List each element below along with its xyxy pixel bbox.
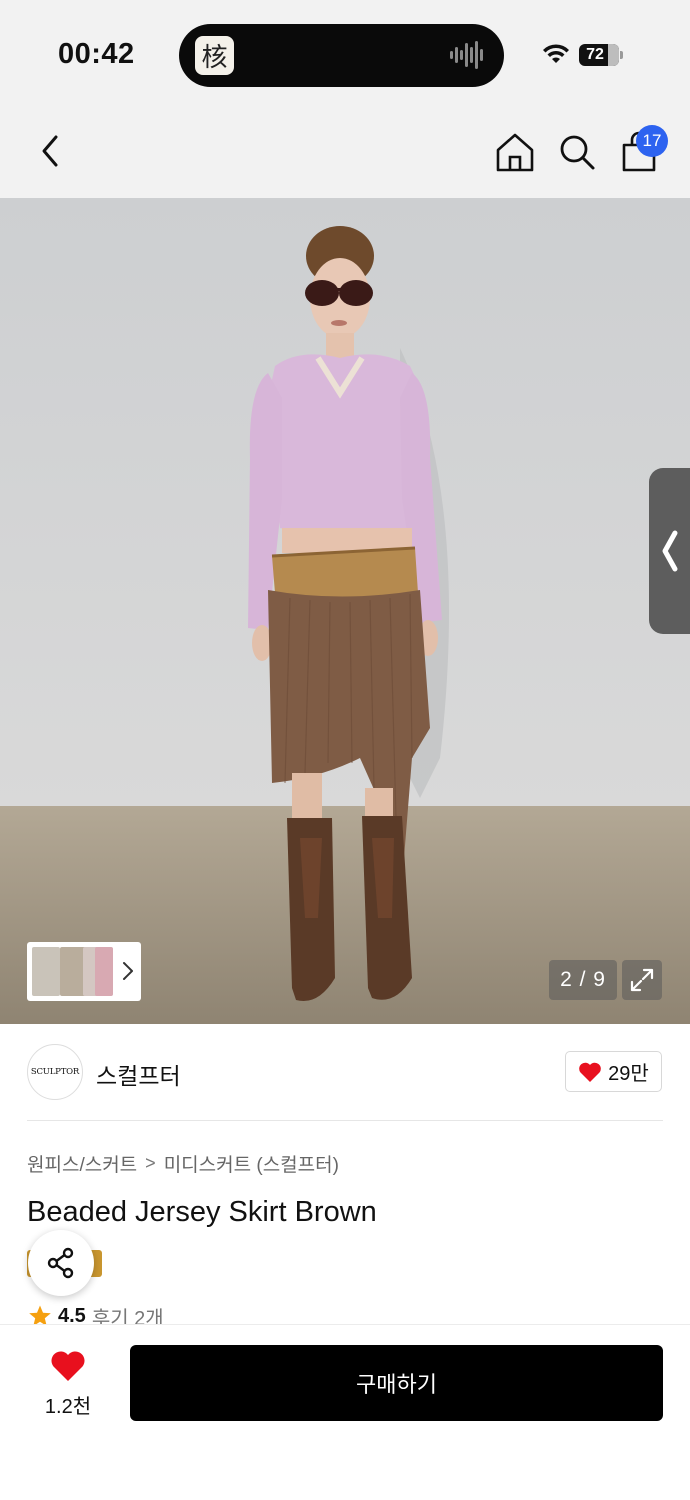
- wishlist-button[interactable]: 1.2천: [30, 1348, 106, 1420]
- product-photo: [0, 198, 690, 1024]
- brand-name[interactable]: 스컬프터: [96, 1057, 181, 1091]
- brand-logo[interactable]: SCULPTOR: [27, 1044, 83, 1100]
- expand-icon: [630, 968, 654, 992]
- back-button[interactable]: [30, 128, 70, 174]
- side-panel-tab[interactable]: [649, 468, 690, 634]
- home-icon: [496, 133, 534, 172]
- dynamic-island: 核: [179, 24, 504, 87]
- status-time: 00:42: [58, 38, 135, 70]
- brand-like-button[interactable]: 29만: [565, 1051, 662, 1092]
- audio-wave-icon: [450, 41, 483, 69]
- thumbnail-4[interactable]: [95, 947, 113, 996]
- battery-level: 72: [586, 46, 604, 63]
- breadcrumb-subcategory[interactable]: 미디스커트 (스컬프터): [164, 1150, 339, 1177]
- brand-like-count: 29만: [608, 1063, 649, 1085]
- share-icon: [47, 1247, 74, 1279]
- chevron-left-icon: [42, 135, 58, 167]
- share-button[interactable]: [28, 1230, 94, 1296]
- chevron-left-icon: [662, 530, 677, 572]
- wifi-icon: [543, 44, 569, 63]
- island-app-icon: 核: [195, 36, 234, 75]
- battery-indicator: 72: [579, 44, 623, 66]
- product-title: Beaded Jersey Skirt Brown: [27, 1196, 377, 1228]
- top-nav-bar: [0, 104, 690, 198]
- image-page-indicator: 2 / 9: [549, 960, 617, 1000]
- search-button[interactable]: [556, 130, 598, 174]
- heart-icon: [51, 1351, 85, 1381]
- wishlist-count: 1.2천: [44, 1396, 92, 1418]
- status-bar: 00:42 核 72: [0, 0, 690, 104]
- home-button[interactable]: [494, 130, 536, 174]
- breadcrumb: 원피스/스커트 > 미디스커트 (스컬프터): [27, 1150, 339, 1177]
- chevron-right-icon: [123, 962, 133, 980]
- breadcrumb-separator: >: [145, 1153, 156, 1173]
- divider: [27, 1120, 663, 1121]
- heart-icon: [579, 1062, 601, 1082]
- expand-button[interactable]: [622, 960, 662, 1000]
- buy-button[interactable]: 구매하기: [130, 1345, 663, 1421]
- cart-count-badge: 17: [636, 125, 668, 157]
- thumbnail-strip[interactable]: [27, 942, 141, 1001]
- product-image[interactable]: [0, 198, 690, 1024]
- thumbnail-1[interactable]: [32, 947, 60, 996]
- breadcrumb-category[interactable]: 원피스/스커트: [27, 1150, 137, 1177]
- search-icon: [560, 135, 595, 170]
